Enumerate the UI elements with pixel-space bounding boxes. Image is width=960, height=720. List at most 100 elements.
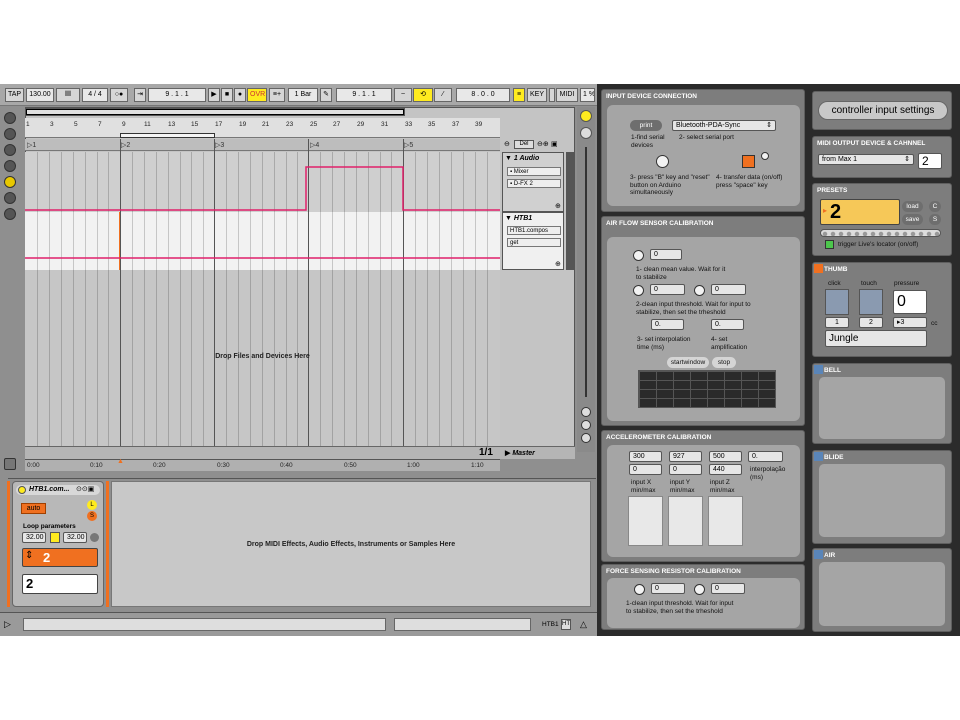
follow-icon[interactable]: ⇥	[134, 88, 146, 102]
thumb-click-cc[interactable]: 1	[825, 317, 849, 328]
track-header-audio[interactable]: ▼ 1 Audio ▪ Mixer ▪ D-FX 2 ⊕	[502, 152, 564, 212]
track-htb1-device-select[interactable]: HTB1.compos	[507, 226, 561, 235]
airflow-threshold-set-value[interactable]: 0	[711, 284, 746, 295]
session-view-icon[interactable]	[580, 127, 592, 139]
preset-slots[interactable]	[820, 229, 941, 237]
airflow-interp-value[interactable]: 0.	[651, 319, 684, 330]
add-envelope-icon[interactable]: ⊕	[555, 260, 561, 268]
time-ruler[interactable]: 0:00 0:10 0:20 0:30 0:40 0:50 1:00 1:10 …	[25, 458, 500, 471]
prev-icon[interactable]: ⊖⊕	[537, 140, 549, 148]
s-button[interactable]: S	[929, 214, 941, 225]
accel-y-slider[interactable]	[668, 496, 703, 546]
stop-button[interactable]: stop	[712, 357, 736, 368]
reset-toggle[interactable]	[656, 155, 669, 168]
locator-4[interactable]: ▷4	[310, 141, 319, 149]
force-value-2[interactable]: 0	[711, 583, 745, 594]
thumb-touch-cc[interactable]: 2	[859, 317, 883, 328]
thumb-pressure-cc[interactable]: ▸3	[893, 317, 927, 328]
master-track-label[interactable]: ▶ Master	[505, 449, 535, 457]
midi-map-button[interactable]: MIDI	[556, 88, 578, 102]
browser-folder-active-icon[interactable]	[4, 176, 16, 188]
vertical-scrollbar[interactable]	[585, 147, 587, 397]
browser-live-devices-icon[interactable]	[4, 112, 16, 124]
save-button[interactable]: save	[902, 214, 923, 225]
device-controls-icon[interactable]: ⊙⊙▣	[76, 485, 94, 493]
info-toggle-icon[interactable]: ▷	[4, 619, 11, 630]
startwindow-button[interactable]: startwindow	[667, 357, 709, 368]
browser-refresh-icon[interactable]	[4, 208, 16, 220]
track-htb1-param-select[interactable]: get	[507, 238, 561, 247]
locator-1[interactable]: ▷1	[27, 141, 36, 149]
print-button[interactable]: print	[630, 120, 662, 131]
force-value-1[interactable]: 0	[651, 583, 685, 594]
time-signature[interactable]: 4 / 4	[82, 88, 108, 102]
automation-arm-icon[interactable]: ≡+	[269, 88, 285, 102]
locator-3[interactable]: ▷3	[215, 141, 224, 149]
locator-5[interactable]: ▷5	[404, 141, 413, 149]
auto-button[interactable]: auto	[21, 503, 46, 514]
browser-hotswap-icon[interactable]	[4, 192, 16, 204]
track-header-htb1[interactable]: ▼ HTB1 HTB1.compos get ⊕	[502, 212, 564, 270]
accel-y-max[interactable]: 927	[669, 451, 702, 462]
loop-start-field[interactable]: 32.00	[22, 532, 46, 543]
accel-z-min[interactable]: 440	[709, 464, 742, 475]
clip-title-bar[interactable]: HTB1.com... ⊙⊙▣	[16, 485, 100, 495]
s-button[interactable]: S	[87, 511, 97, 521]
airflow-threshold-set-toggle[interactable]	[694, 285, 705, 296]
accel-interpolation[interactable]: 0.	[748, 451, 783, 462]
loop-brace[interactable]	[120, 133, 215, 138]
preset-number[interactable]: ▸ 2	[820, 199, 900, 225]
fold-icon[interactable]: ⊖	[504, 140, 510, 148]
browser-files-icon[interactable]	[4, 144, 16, 156]
lock-icon[interactable]: ▣	[551, 140, 558, 148]
metronome-button[interactable]: ○●	[110, 88, 128, 102]
transfer-toggle[interactable]	[742, 155, 755, 168]
stepper-icon[interactable]: ⇕	[25, 550, 33, 561]
waveform-icon[interactable]	[4, 458, 16, 470]
locator-2[interactable]: ▷2	[121, 141, 130, 149]
airflow-threshold-toggle[interactable]	[633, 285, 644, 296]
airflow-mean-value[interactable]: 0	[650, 249, 682, 260]
browser-plugins-icon[interactable]	[4, 128, 16, 140]
loop-knob[interactable]	[90, 533, 99, 542]
accel-x-max[interactable]: 300	[629, 451, 662, 462]
draw-mode-icon[interactable]: ✎	[320, 88, 332, 102]
arrangement-view-icon[interactable]	[580, 110, 592, 122]
punch-out-icon[interactable]: ⁄	[434, 88, 452, 102]
stop-icon[interactable]: ■	[221, 88, 233, 102]
audio-envelope-line[interactable]	[25, 166, 500, 211]
accel-z-max[interactable]: 500	[709, 451, 742, 462]
midi-device-select[interactable]: from Max 1 ⇕	[818, 154, 914, 165]
arrangement-position[interactable]: 9 . 1 . 1	[148, 88, 206, 102]
delete-button[interactable]: Del	[514, 140, 534, 149]
beat-time-ruler[interactable]: 1 3 5 7 9 11 13 15 17 19 21 23 25 27 29 …	[25, 118, 500, 138]
trigger-locator-toggle[interactable]	[825, 240, 834, 249]
locator-strip[interactable]	[25, 139, 500, 151]
midi-channel-field[interactable]: 2	[918, 153, 942, 169]
track-audio-fx-select[interactable]: ▪ D-FX 2	[507, 179, 561, 188]
accel-x-min[interactable]: 0	[629, 464, 662, 475]
preset-number-field[interactable]: ⇕ 2	[22, 548, 98, 567]
ht-button[interactable]: HT	[561, 619, 571, 630]
computer-midi-icon[interactable]: ≡	[513, 88, 525, 102]
add-envelope-icon[interactable]: ⊕	[555, 202, 561, 210]
force-set-toggle[interactable]	[694, 584, 705, 595]
airflow-threshold-value[interactable]: 0	[650, 284, 685, 295]
device-drop-area[interactable]: Drop MIDI Effects, Audio Effects, Instru…	[111, 481, 591, 607]
serial-port-select[interactable]: Bluetooth-PDA-Sync ⇕	[672, 120, 776, 131]
force-clean-toggle[interactable]	[634, 584, 645, 595]
loop-switch-icon[interactable]: ⟲	[413, 88, 433, 102]
load-button[interactable]: load	[902, 201, 923, 212]
return-icon[interactable]	[581, 420, 591, 430]
airflow-amp-value[interactable]: 0.	[711, 319, 744, 330]
track-audio-mixer-select[interactable]: ▪ Mixer	[507, 167, 561, 176]
overdub-button[interactable]: OVR	[247, 88, 267, 102]
loop-toggle[interactable]	[50, 532, 60, 543]
detail-toggle-icon[interactable]: △	[580, 619, 587, 630]
accel-x-slider[interactable]	[628, 496, 663, 546]
key-map-button[interactable]: KEY	[527, 88, 547, 102]
thumb-sound-name[interactable]: Jungle	[825, 330, 927, 347]
nudge-buttons[interactable]: ⦀⦀	[56, 88, 80, 102]
playhead-triangle-icon[interactable]: ▲	[117, 458, 124, 465]
automation-envelopes[interactable]	[25, 152, 500, 272]
